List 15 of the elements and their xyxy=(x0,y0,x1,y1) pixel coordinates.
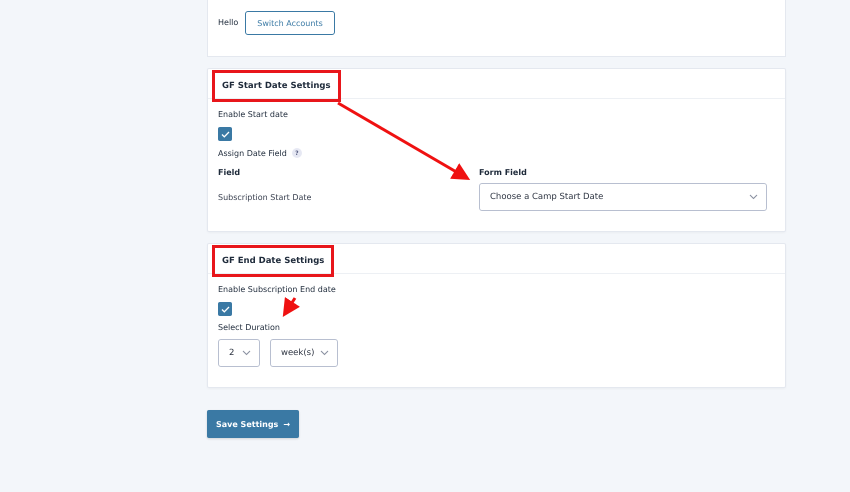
field-label: Assign Date Field xyxy=(218,148,287,158)
field-label: Enable Start date xyxy=(218,110,289,119)
field-label: Select Duration xyxy=(218,323,281,332)
field-label: Enable Subscription End date xyxy=(218,285,337,294)
unit-select[interactable]: week(s) xyxy=(270,339,338,367)
card-title: GF End Date Settings xyxy=(212,244,334,276)
column-header: Field xyxy=(218,168,242,177)
greeting-text: Hello xyxy=(218,18,238,27)
column-header: Form Field xyxy=(479,168,528,177)
save-settings-button[interactable]: Save Settings → xyxy=(207,410,299,438)
card-title: GF Start Date Settings xyxy=(212,70,341,102)
count-select[interactable]: 2 xyxy=(218,339,260,367)
switch-accounts-button[interactable]: Switch Accounts xyxy=(245,11,335,35)
field-name: Subscription Start Date xyxy=(218,192,312,202)
form-field-select[interactable]: Choose a Camp Start Date xyxy=(479,183,767,211)
